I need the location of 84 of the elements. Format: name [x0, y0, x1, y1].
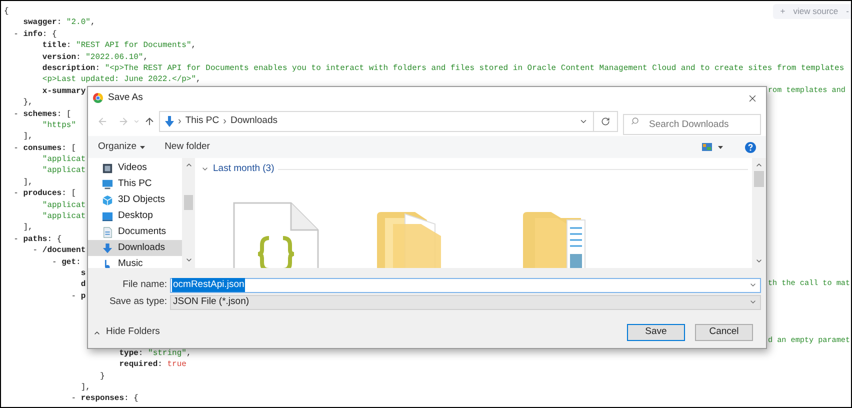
desktop-icon	[102, 210, 113, 222]
code-line: "applicat	[41, 212, 86, 222]
code-line: - schemes: [	[12, 110, 72, 119]
code-line: "applicat	[41, 166, 86, 176]
code-line: title: "REST API for Documents",	[41, 41, 196, 50]
scrollbar-thumb[interactable]	[184, 195, 193, 210]
dialog-title: Save As	[108, 90, 143, 105]
scroll-up-icon[interactable]	[184, 161, 192, 169]
document-icon	[102, 226, 113, 238]
caret-icon	[140, 146, 145, 148]
code-line: type: "string",	[118, 348, 192, 358]
download-arrow-icon	[165, 116, 174, 127]
code-line: <p>Last updated: June 2022.</p>",	[41, 75, 201, 84]
folder-icon	[375, 210, 443, 268]
scrollbar[interactable]	[182, 158, 195, 268]
nav-item[interactable]: 3D Objects	[88, 192, 182, 208]
breadcrumb-item[interactable]: This PC	[185, 114, 220, 129]
code-line: x-summary	[41, 86, 86, 96]
monitor-icon	[102, 178, 113, 190]
code-line: - info: {	[12, 30, 57, 39]
breadcrumb-separator[interactable]: ›	[178, 114, 182, 129]
chevron-down-icon[interactable]	[579, 117, 588, 126]
scroll-down-icon[interactable]	[184, 256, 192, 264]
help-icon[interactable]	[745, 142, 756, 152]
code-line: description: "<p>The REST API for Documents enables you to interact with folders and files stored in Oracle Content Management Cloud and to create sites from templates	[41, 64, 844, 73]
scrollbar[interactable]	[752, 158, 766, 268]
code-line: ],	[80, 382, 90, 392]
hide-folders-button[interactable]: Hide Folders	[93, 325, 160, 340]
breadcrumb-separator[interactable]: ›	[223, 114, 226, 129]
film-icon	[102, 162, 113, 174]
code-line: s	[80, 268, 86, 278]
code-line: - /document	[32, 246, 86, 256]
cube-icon	[102, 194, 113, 206]
code-line: ],	[22, 223, 33, 232]
save-type-dropdown[interactable]: JSON File (*.json)	[170, 294, 761, 310]
file-name-field[interactable]: ocmRestApi.json	[170, 278, 761, 292]
code-line: d	[80, 280, 86, 290]
code-line: },	[22, 98, 33, 108]
organize-menu[interactable]: Organize	[98, 140, 145, 154]
code-line: }	[99, 372, 105, 381]
code-line: {	[4, 7, 9, 16]
dropdown-chevron-icon[interactable]	[749, 281, 757, 289]
dialog-button[interactable]: Save	[627, 324, 685, 341]
dialog-button[interactable]: Cancel	[695, 324, 753, 341]
address-bar[interactable]: › This PC › Downloads	[159, 111, 594, 132]
breadcrumb-item[interactable]: Downloads	[230, 114, 278, 129]
save-type-label: Save as type:	[108, 294, 168, 309]
refresh-button[interactable]	[594, 111, 618, 132]
browser-logo-icon	[93, 93, 103, 103]
download-arrow-icon	[102, 242, 113, 254]
code-line: - responses: {	[70, 394, 138, 404]
code-line: "https"	[41, 120, 76, 130]
nav-item[interactable]: Downloads	[88, 240, 182, 256]
code-line: - consumes: [	[12, 144, 76, 153]
code-line: - paths: {	[12, 234, 62, 244]
collapse-icon[interactable]	[201, 165, 209, 173]
code-line: ],	[22, 132, 33, 142]
code-line: - get:	[51, 258, 81, 267]
search-field[interactable]: Search Downloads	[623, 114, 761, 135]
code-line: version: "2022.06.10",	[41, 52, 148, 62]
scroll-up-icon[interactable]	[755, 161, 763, 169]
view-icon	[702, 143, 712, 151]
code-line: - p	[70, 292, 86, 301]
nav-item[interactable]: Desktop	[88, 208, 182, 224]
nav-item[interactable]: This PC	[88, 176, 182, 192]
code-line: ],	[22, 178, 33, 187]
scroll-down-icon[interactable]	[755, 257, 763, 265]
nav-item[interactable]: Documents	[88, 224, 182, 240]
new-folder-button[interactable]: New folder	[164, 140, 210, 154]
code-line: "applicat	[41, 200, 86, 210]
close-button[interactable]	[747, 92, 758, 104]
file-name-label: File name:	[122, 278, 168, 292]
scrollbar-thumb[interactable]	[754, 171, 764, 187]
caret-icon	[718, 146, 723, 148]
dropdown-chevron-icon	[749, 298, 757, 306]
code-line: swagger: "2.0",	[22, 18, 96, 28]
group-header[interactable]: Last month (3)	[213, 162, 274, 176]
nav-item[interactable]: Videos	[88, 160, 182, 176]
code-line: required: true	[118, 360, 186, 370]
code-line: "applicat	[41, 155, 86, 164]
refresh-icon	[601, 117, 610, 126]
code-line: - produces: [	[12, 189, 76, 198]
up-icon[interactable]	[144, 116, 155, 127]
search-icon	[631, 117, 639, 125]
